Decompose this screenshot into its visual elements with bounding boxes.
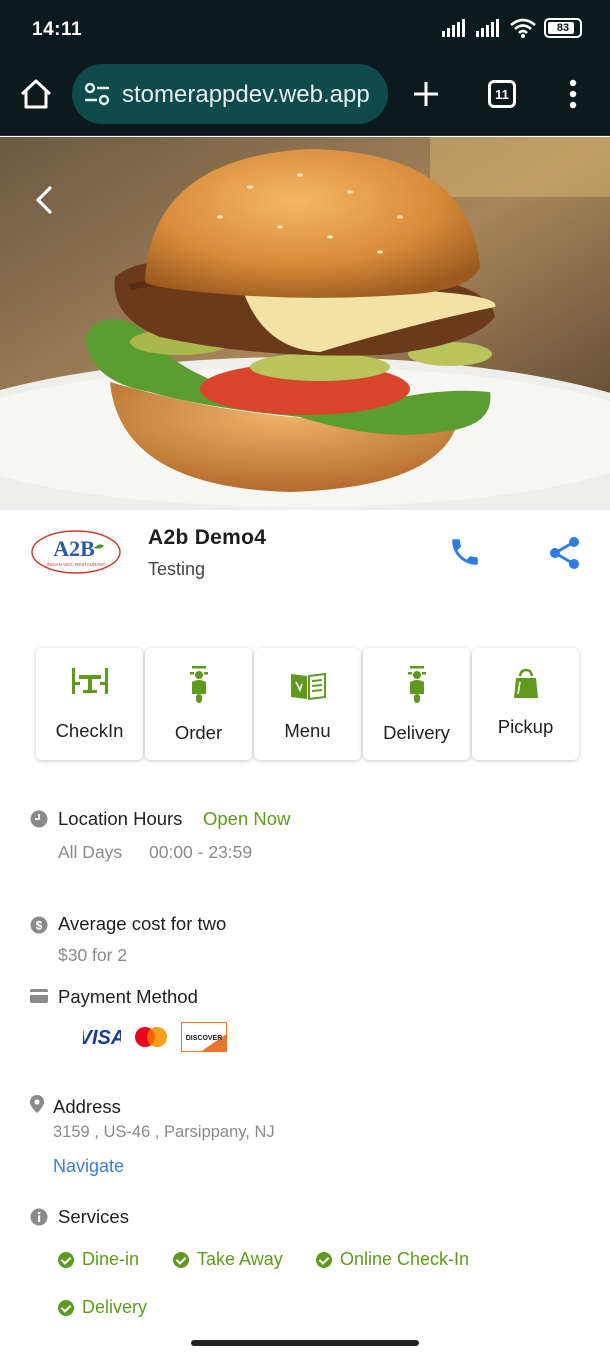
gesture-bar[interactable] — [191, 1340, 419, 1346]
restaurant-name: A2b Demo4 — [148, 526, 267, 549]
status-bar: 14:11 83 — [0, 0, 610, 60]
service-item: Take Away — [173, 1249, 283, 1270]
mastercard-icon — [135, 1027, 167, 1047]
logo-text: A2B — [53, 536, 95, 561]
home-icon[interactable] — [18, 76, 54, 112]
battery-icon: 83 — [544, 18, 582, 38]
table-chairs-icon — [71, 668, 108, 694]
status-icons: 83 — [442, 18, 582, 38]
address-value: 3159 , US-46 , Parsippany, NJ — [53, 1123, 275, 1141]
location-hours-label: Location Hours — [58, 808, 183, 829]
average-cost-label: Average cost for two — [58, 913, 227, 934]
checkin-label: CheckIn — [55, 720, 124, 741]
logo-tagline: INDIAN VEG. RESTAURANT — [47, 562, 106, 567]
burger-photo — [0, 137, 610, 510]
signal-icon — [442, 19, 465, 37]
average-cost-value: $30 for 2 — [58, 945, 128, 965]
bag-icon — [513, 668, 538, 698]
service-label: Delivery — [82, 1297, 148, 1317]
delivery-button[interactable]: Delivery — [363, 648, 470, 760]
browser-toolbar: stomerappdev.web.app 11 — [0, 60, 610, 136]
pickup-button[interactable]: Pickup — [472, 648, 579, 760]
menu-label: Menu — [284, 720, 331, 741]
pickup-label: Pickup — [497, 716, 554, 737]
check-circle-icon — [173, 1251, 189, 1268]
back-icon[interactable] — [30, 185, 60, 215]
dollar-icon: $ — [30, 916, 48, 934]
location-pin-icon — [30, 1095, 44, 1113]
service-item: Dine-in — [58, 1249, 139, 1270]
order-label: Order — [174, 722, 223, 743]
battery-level: 83 — [556, 22, 570, 34]
share-icon[interactable] — [547, 535, 583, 571]
url-text[interactable]: stomerappdev.web.app — [122, 81, 370, 109]
site-settings-icon[interactable] — [84, 82, 110, 106]
clock-icon — [30, 810, 48, 828]
hero-image — [0, 137, 610, 510]
menu-book-icon — [290, 672, 326, 700]
visa-label: VISA — [83, 1027, 121, 1049]
service-label: Take Away — [197, 1249, 283, 1269]
checkin-button[interactable]: CheckIn — [36, 648, 143, 760]
restaurant-subtitle: Testing — [148, 559, 206, 579]
status-time: 14:11 — [32, 19, 83, 40]
service-label: Dine-in — [82, 1249, 140, 1269]
payment-method-label: Payment Method — [58, 986, 198, 1007]
svg-text:$: $ — [36, 919, 43, 933]
service-item: Delivery — [58, 1297, 147, 1318]
credit-card-icon — [30, 989, 48, 1003]
service-label: Online Check-In — [340, 1249, 470, 1269]
scooter-icon — [189, 666, 208, 703]
visa-icon: VISA — [83, 1027, 121, 1049]
info-icon — [30, 1208, 48, 1226]
hours-range: 00:00 - 23:59 — [149, 842, 253, 862]
hours-days: All Days — [58, 842, 123, 862]
signal-icon — [476, 19, 499, 37]
more-options-icon[interactable] — [566, 78, 580, 110]
delivery-label: Delivery — [383, 722, 450, 743]
tab-switcher-button[interactable]: 11 — [488, 80, 516, 108]
navigate-link[interactable]: Navigate — [53, 1156, 124, 1177]
payment-cards: VISA DISCOVER — [83, 1022, 227, 1052]
order-button[interactable]: Order — [145, 648, 252, 760]
phone-icon[interactable] — [448, 535, 482, 569]
scooter-icon — [407, 666, 426, 703]
services-label: Services — [58, 1206, 129, 1227]
check-circle-icon — [316, 1251, 332, 1268]
address-bar[interactable]: stomerappdev.web.app — [72, 64, 388, 124]
new-tab-icon[interactable] — [410, 78, 442, 110]
check-circle-icon — [58, 1299, 74, 1316]
service-item: Online Check-In — [316, 1249, 469, 1270]
action-tiles: CheckIn Order Menu Delivery Pickup — [36, 648, 582, 760]
discover-icon: DISCOVER — [181, 1022, 227, 1052]
menu-button[interactable]: Menu — [254, 648, 361, 760]
wifi-icon — [510, 18, 536, 38]
check-circle-icon — [58, 1251, 74, 1268]
restaurant-logo: A2B INDIAN VEG. RESTAURANT — [30, 528, 122, 576]
discover-label: DISCOVER — [186, 1035, 223, 1042]
open-status: Open Now — [203, 808, 291, 829]
address-label: Address — [53, 1096, 121, 1117]
